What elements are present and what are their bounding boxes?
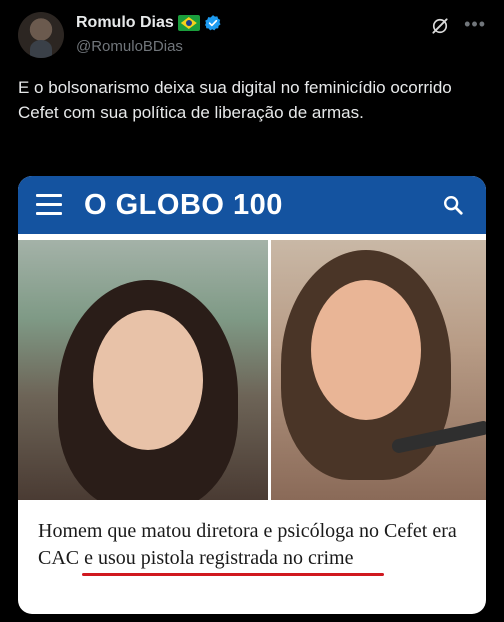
avatar[interactable] — [18, 12, 64, 58]
grok-icon[interactable] — [430, 16, 450, 36]
more-icon[interactable]: ••• — [464, 14, 486, 35]
handle[interactable]: @RomuloBDias — [76, 38, 183, 55]
menu-icon — [36, 194, 62, 216]
tweet-text: E o bolsonarismo deixa sua digital no fe… — [18, 78, 452, 122]
name-row: Romulo Dias — [76, 14, 222, 32]
display-name[interactable]: Romulo Dias — [76, 14, 174, 32]
brazil-flag-icon — [177, 15, 200, 31]
globo-header-bar: O GLOBO 100 — [18, 176, 486, 234]
photo-right — [271, 240, 486, 500]
headline: Homem que matou diretora e psicóloga no … — [38, 520, 457, 569]
media-card[interactable]: O GLOBO 100 Homem que matou diretora e p… — [18, 176, 486, 614]
search-icon — [444, 196, 463, 215]
tweet-header: Romulo Dias @RomuloBDias ••• — [18, 12, 488, 62]
photos — [18, 240, 486, 500]
globo-logo: O GLOBO 100 — [84, 189, 283, 221]
photo-left — [18, 240, 268, 500]
verified-badge-icon — [204, 15, 221, 31]
red-underline — [82, 573, 384, 576]
